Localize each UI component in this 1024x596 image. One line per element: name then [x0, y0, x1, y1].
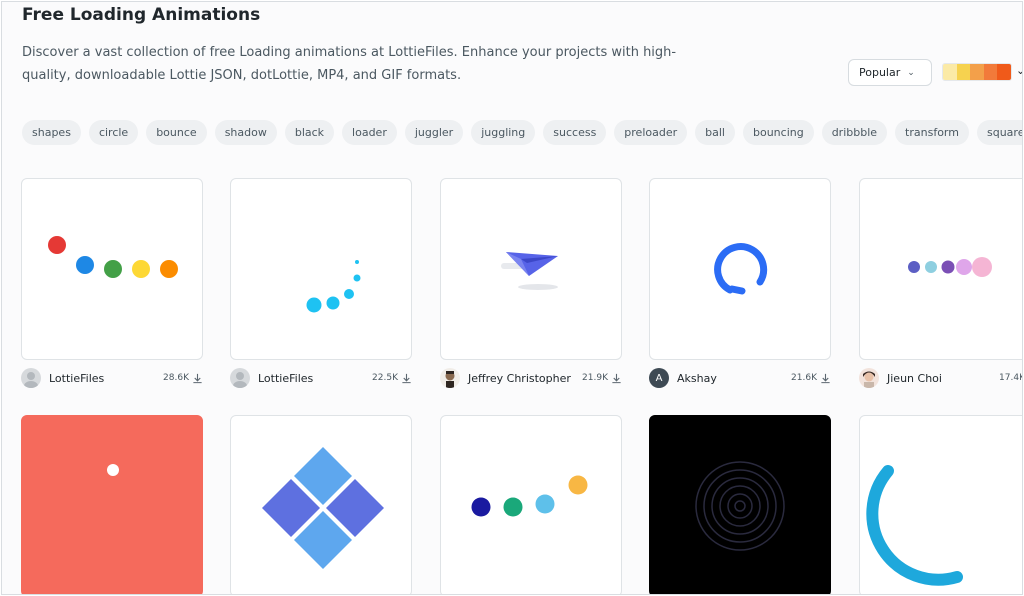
- download-count: 17.4K: [999, 373, 1023, 383]
- download-count: 21.9K: [582, 373, 622, 384]
- tag-chip[interactable]: bouncing: [742, 120, 814, 145]
- download-count: 21.6K: [791, 373, 831, 384]
- download-count-value: 21.6K: [791, 373, 817, 383]
- tag-chip[interactable]: black: [284, 120, 335, 145]
- chevron-down-icon: ⌄: [907, 67, 915, 78]
- tag-chip[interactable]: ball: [695, 120, 735, 145]
- tag-chip[interactable]: square: [976, 120, 1022, 145]
- animation-card[interactable]: [440, 178, 622, 360]
- animation-card[interactable]: [649, 178, 831, 360]
- colored-dots-animation-preview: [48, 236, 178, 278]
- spinner-ring-animation-preview: [714, 243, 768, 295]
- author-name[interactable]: LottieFiles: [258, 372, 372, 385]
- tag-chip[interactable]: juggling: [471, 120, 536, 145]
- download-icon: [193, 373, 202, 383]
- palette-chevron-down-icon[interactable]: ⌄: [1016, 64, 1022, 77]
- tag-chip[interactable]: circle: [88, 120, 139, 145]
- palette-swatch: [970, 64, 984, 80]
- paper-plane-animation-preview: [501, 252, 558, 290]
- avatar[interactable]: [21, 368, 41, 388]
- animation-card[interactable]: [230, 415, 412, 594]
- tag-chip[interactable]: success: [543, 120, 607, 145]
- download-count-value: 28.6K: [163, 373, 189, 383]
- bouncing-dots-animation-preview: [306, 260, 361, 313]
- download-icon: [821, 373, 830, 383]
- download-count: 22.5K: [372, 373, 412, 384]
- author-name[interactable]: Jieun Choi: [887, 372, 999, 385]
- page-frame: Free Loading Animations Discover a vast …: [1, 1, 1023, 595]
- animation-card[interactable]: [21, 415, 203, 594]
- color-dots-animation-preview: [471, 475, 588, 517]
- pastel-dots-animation-preview: [908, 257, 992, 277]
- tag-chip[interactable]: preloader: [614, 120, 688, 145]
- download-icon: [402, 373, 411, 383]
- download-count-value: 17.4K: [999, 373, 1023, 383]
- user-placeholder-icon: [24, 372, 38, 388]
- download-count-value: 22.5K: [372, 373, 398, 383]
- author-name[interactable]: LottieFiles: [49, 372, 163, 385]
- card-meta: Jeffrey Christopher 21.9K: [440, 367, 622, 389]
- animation-card[interactable]: [230, 178, 412, 360]
- palette-swatch: [983, 64, 998, 80]
- animation-card[interactable]: [440, 415, 622, 594]
- download-count-value: 21.9K: [582, 373, 608, 383]
- download-icon: [612, 373, 621, 383]
- page-title: Free Loading Animations: [22, 5, 261, 25]
- download-count: 28.6K: [163, 373, 203, 384]
- palette-swatch: [943, 64, 957, 80]
- avatar-letter: A: [655, 372, 663, 384]
- page-description: Discover a vast collection of free Loadi…: [22, 45, 677, 83]
- avatar[interactable]: A: [649, 368, 669, 388]
- avatar[interactable]: [440, 368, 460, 388]
- animation-card[interactable]: [21, 178, 203, 360]
- card-meta: A Akshay 21.6K: [649, 367, 831, 389]
- tag-list: shapes circle bounce shadow black loader…: [22, 120, 1022, 145]
- tag-chip[interactable]: bounce: [146, 120, 207, 145]
- tag-chip[interactable]: juggler: [404, 120, 464, 145]
- tag-chip[interactable]: dribbble: [821, 120, 888, 145]
- avatar[interactable]: [230, 368, 250, 388]
- user-photo-icon: [863, 371, 875, 388]
- tag-chip[interactable]: shapes: [22, 120, 81, 145]
- tag-chip[interactable]: loader: [342, 120, 397, 145]
- palette-swatch: [997, 64, 1011, 80]
- color-palette-filter[interactable]: [942, 63, 1012, 81]
- sort-dropdown[interactable]: Popular ⌄: [848, 59, 932, 86]
- avatar[interactable]: [859, 368, 879, 388]
- palette-swatch: [956, 64, 971, 80]
- animation-card[interactable]: [859, 178, 1022, 360]
- bouncing-ball-animation-preview: [107, 464, 119, 476]
- card-meta: LottieFiles 22.5K: [230, 367, 412, 389]
- concentric-rings-animation-preview: [695, 461, 785, 551]
- diamond-squares-animation-preview: [262, 447, 384, 569]
- author-name[interactable]: Jeffrey Christopher: [468, 372, 582, 385]
- animation-card[interactable]: [649, 415, 831, 594]
- tag-chip[interactable]: shadow: [214, 120, 277, 145]
- author-name[interactable]: Akshay: [677, 372, 791, 385]
- card-meta: Jieun Choi 17.4K: [859, 367, 1023, 389]
- sort-label: Popular: [859, 66, 901, 79]
- animation-card[interactable]: [859, 415, 1022, 594]
- user-photo-icon: [445, 371, 455, 388]
- card-meta: LottieFiles 28.6K: [21, 367, 203, 389]
- tag-chip[interactable]: transform: [895, 120, 969, 145]
- user-placeholder-icon: [233, 372, 247, 388]
- progress-arc-animation-preview: [866, 465, 963, 586]
